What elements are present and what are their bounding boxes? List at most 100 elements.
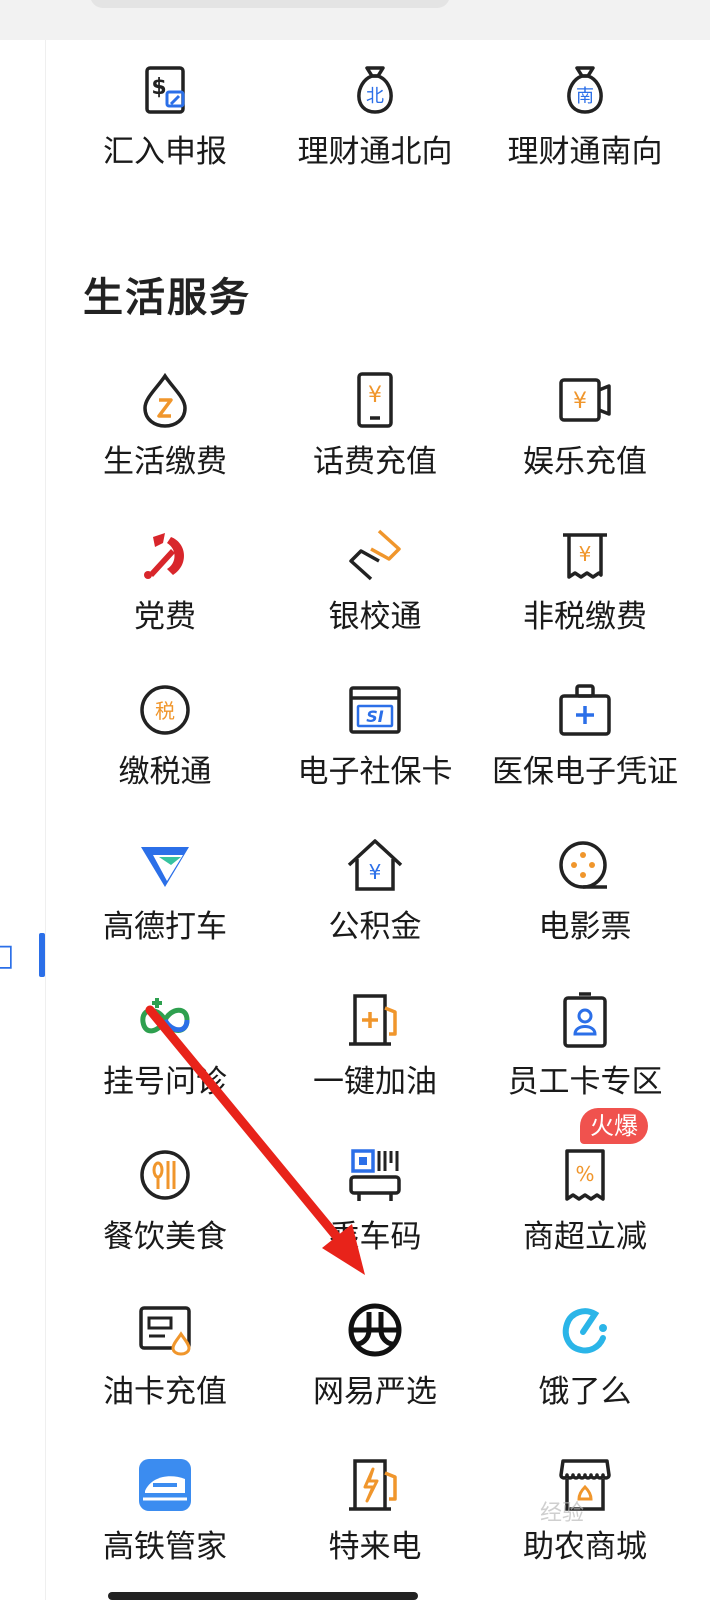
amap-taxi-icon xyxy=(135,835,195,895)
service-movie-ticket[interactable]: 电影票 xyxy=(480,835,690,975)
entertainment-topup-icon: ¥ xyxy=(555,370,615,430)
watermark: 经验 xyxy=(540,1501,585,1526)
service-label: 医保电子凭证 xyxy=(492,754,678,790)
service-bus-code[interactable]: 乘车码 xyxy=(270,1145,480,1285)
service-party-fee[interactable]: 党费 xyxy=(60,525,270,665)
service-label: 助农商城 xyxy=(523,1529,647,1565)
service-label: 一键加油 xyxy=(313,1064,437,1100)
receipt-icon: ¥ xyxy=(555,525,615,585)
service-entertainment-topup[interactable]: ¥ 娱乐充值 xyxy=(480,370,690,510)
dining-icon xyxy=(135,1145,195,1205)
sidebar-active-label[interactable]: □ xyxy=(0,938,14,973)
service-label: 非税缴费 xyxy=(523,599,647,635)
employee-badge-icon xyxy=(555,990,615,1050)
service-label: 油卡充值 xyxy=(103,1374,227,1410)
service-label: 餐饮美食 xyxy=(103,1219,227,1255)
fuel-pump-icon xyxy=(345,990,405,1050)
service-social-security-card[interactable]: SI 电子社保卡 xyxy=(270,680,480,820)
bank-school-icon xyxy=(345,525,405,585)
service-utility-pay[interactable]: 生活缴费 xyxy=(60,370,270,510)
service-one-key-refuel[interactable]: 一键加油 xyxy=(270,990,480,1130)
svg-text:¥: ¥ xyxy=(579,542,592,566)
service-high-speed-rail[interactable]: 高铁管家 xyxy=(60,1455,270,1595)
service-dining[interactable]: 餐饮美食 xyxy=(60,1145,270,1285)
service-label: 员工卡专区 xyxy=(507,1064,663,1100)
svg-text:¥: ¥ xyxy=(573,389,587,414)
svg-text:税: 税 xyxy=(155,699,175,723)
social-security-card-icon: SI xyxy=(345,680,405,740)
bus-qr-icon xyxy=(345,1145,405,1205)
ev-charging-icon xyxy=(345,1455,405,1515)
party-emblem-icon xyxy=(135,525,195,585)
svg-text:SI: SI xyxy=(366,707,384,726)
sidebar-active-indicator xyxy=(39,933,45,977)
service-non-tax-pay[interactable]: ¥ 非税缴费 xyxy=(480,525,690,665)
service-label: 党费 xyxy=(134,599,196,635)
home-indicator xyxy=(108,1592,418,1600)
service-label: 电子社保卡 xyxy=(297,754,453,790)
eleme-icon xyxy=(555,1300,615,1360)
service-phone-topup[interactable]: ¥ 话费充值 xyxy=(270,370,480,510)
utility-drop-icon xyxy=(135,370,195,430)
svg-text:$: $ xyxy=(151,75,166,100)
medical-kit-icon xyxy=(555,680,615,740)
svg-text:北: 北 xyxy=(366,86,384,107)
service-supermarket-discount[interactable]: % 商超立减 xyxy=(480,1145,690,1285)
service-label: 挂号问诊 xyxy=(103,1064,227,1100)
service-grid: $ 汇入申报 北 理财通北向 南 理财通南向 生活服务 生活缴费 ¥ 话费充值 … xyxy=(60,40,710,1600)
service-southbound[interactable]: 南 理财通南向 xyxy=(480,60,690,200)
service-medical-insurance[interactable]: 医保电子凭证 xyxy=(480,680,690,820)
service-northbound[interactable]: 北 理财通北向 xyxy=(270,60,480,200)
netease-yanxuan-icon xyxy=(345,1300,405,1360)
service-label: 银校通 xyxy=(328,599,422,635)
high-speed-rail-icon xyxy=(135,1455,195,1515)
service-label: 公积金 xyxy=(328,909,422,945)
service-hospital-register[interactable]: 挂号问诊 xyxy=(60,990,270,1130)
svg-text:¥: ¥ xyxy=(368,383,382,408)
phone-topup-icon: ¥ xyxy=(345,370,405,430)
northbound-money-bag-icon: 北 xyxy=(345,60,405,120)
service-label: 电影票 xyxy=(538,909,632,945)
service-amap-taxi[interactable]: 高德打车 xyxy=(60,835,270,975)
discount-receipt-icon: % xyxy=(555,1145,615,1205)
service-farm-store[interactable]: 助农商城 xyxy=(480,1455,690,1595)
service-label: 娱乐充值 xyxy=(523,444,647,480)
category-sidebar: □ xyxy=(0,40,46,1600)
service-netease-yanxuan[interactable]: 网易严选 xyxy=(270,1300,480,1440)
top-search-bar xyxy=(0,0,710,40)
svg-text:南: 南 xyxy=(576,86,594,107)
service-bank-school[interactable]: 银校通 xyxy=(270,525,480,665)
movie-reel-icon xyxy=(555,835,615,895)
hospital-register-icon xyxy=(135,990,195,1050)
section-title: 生活服务 xyxy=(83,275,251,321)
service-eleme[interactable]: 饿了么 xyxy=(480,1300,690,1440)
fuel-card-icon xyxy=(135,1300,195,1360)
service-housing-fund[interactable]: ¥ 公积金 xyxy=(270,835,480,975)
service-label: 理财通北向 xyxy=(297,134,453,170)
service-label: 特来电 xyxy=(328,1529,422,1565)
service-label: 乘车码 xyxy=(328,1219,422,1255)
svg-text:¥: ¥ xyxy=(369,860,382,884)
service-employee-card[interactable]: 员工卡专区 xyxy=(480,990,690,1130)
remittance-declare-icon: $ xyxy=(135,60,195,120)
service-label: 商超立减 xyxy=(523,1219,647,1255)
hot-badge: 火爆 xyxy=(580,1108,648,1144)
service-remittance-declare[interactable]: $ 汇入申报 xyxy=(60,60,270,200)
service-tax-pay[interactable]: 税 缴税通 xyxy=(60,680,270,820)
svg-text:%: % xyxy=(575,1162,594,1186)
service-label: 饿了么 xyxy=(538,1374,632,1410)
service-label: 缴税通 xyxy=(118,754,212,790)
southbound-money-bag-icon: 南 xyxy=(555,60,615,120)
service-label: 理财通南向 xyxy=(507,134,663,170)
tax-coin-icon: 税 xyxy=(135,680,195,740)
housing-fund-icon: ¥ xyxy=(345,835,405,895)
service-label: 话费充值 xyxy=(313,444,437,480)
search-bar-ghost xyxy=(90,0,450,8)
service-label: 高铁管家 xyxy=(103,1529,227,1565)
service-label: 高德打车 xyxy=(103,909,227,945)
service-ev-charging[interactable]: 特来电 xyxy=(270,1455,480,1595)
service-label: 网易严选 xyxy=(313,1374,437,1410)
service-label: 汇入申报 xyxy=(103,134,227,170)
service-label: 生活缴费 xyxy=(103,444,227,480)
service-fuel-card-topup[interactable]: 油卡充值 xyxy=(60,1300,270,1440)
